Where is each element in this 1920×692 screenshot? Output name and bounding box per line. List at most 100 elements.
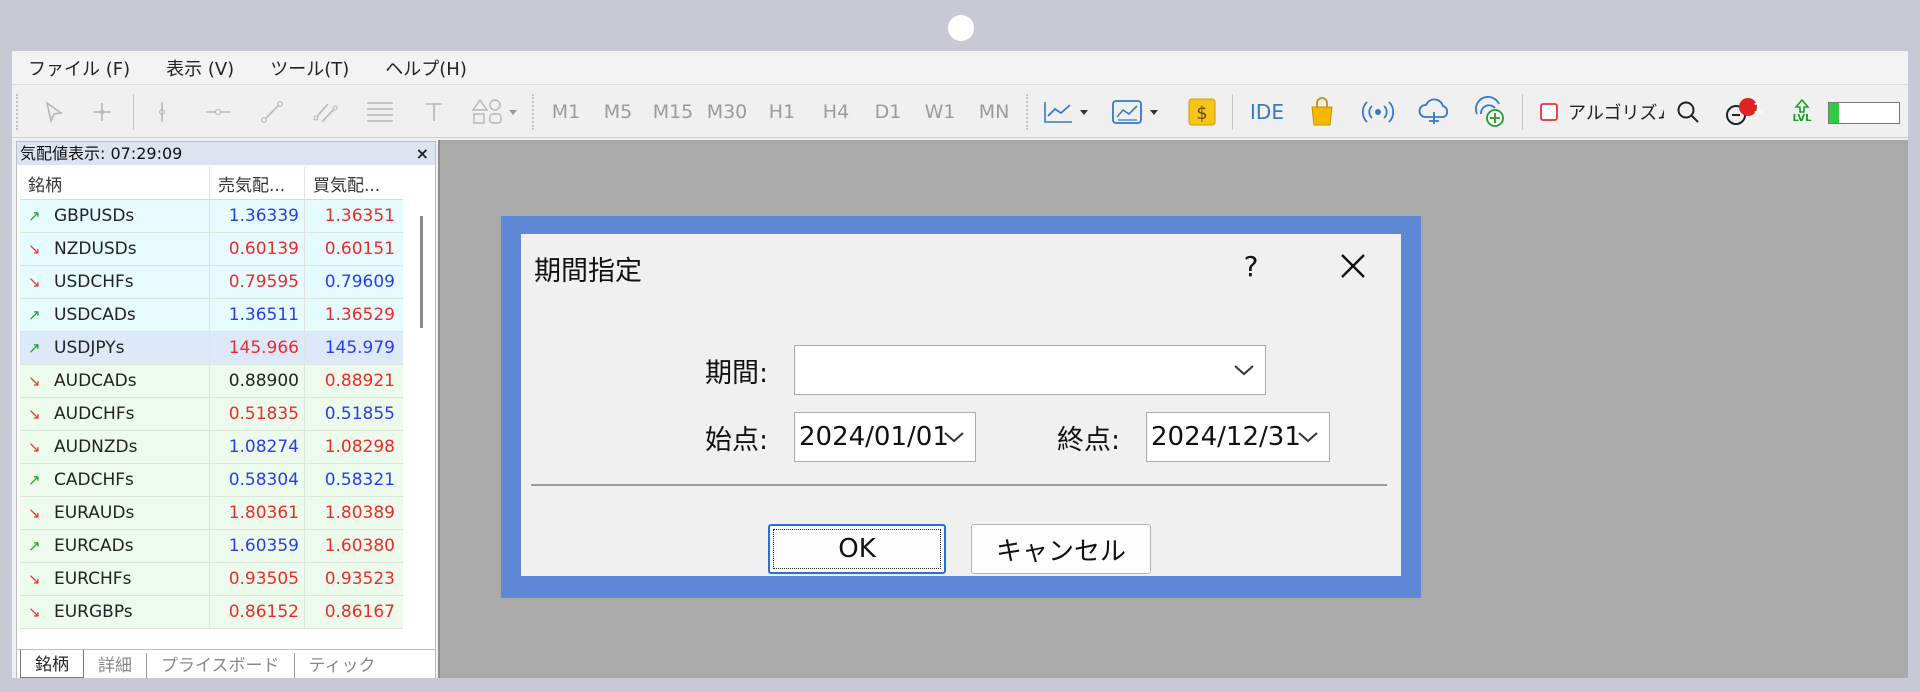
symbol-cell: ↗ USDCADs [20,299,210,331]
shopping-bag-icon[interactable] [1302,86,1342,138]
table-row[interactable]: ↗ USDJPYs 145.966 145.979 [20,332,403,365]
market-icon[interactable]: $ [1182,86,1222,138]
column-header-symbol[interactable]: 銘柄 [20,167,210,199]
arrow-down-icon: ↘ [28,504,41,522]
symbol-cell: ↘ EURAUDs [20,497,210,529]
bid-cell: 1.36339 [210,200,305,232]
cursor-icon[interactable] [34,86,74,138]
tab-symbols[interactable]: 銘柄 [20,650,84,678]
menu-help[interactable]: ヘルプ(H) [369,55,487,81]
algo-trading-checkbox[interactable] [1532,86,1566,138]
table-row[interactable]: ↗ EURCADs 1.60359 1.60380 [20,530,403,563]
vertical-line-icon[interactable] [142,86,182,138]
algo-trading-label[interactable]: アルゴリズム取 [1568,86,1664,138]
timeframe-m5[interactable]: M5 [596,86,640,138]
column-header-ask[interactable]: 買気配... [305,167,401,199]
crosshair-icon[interactable] [82,86,122,138]
table-row[interactable]: ↗ CADCHFs 0.58304 0.58321 [20,464,403,497]
table-row[interactable]: ↘ EURGBPs 0.86152 0.86167 [20,596,403,629]
level-progress-fill [1829,103,1839,123]
cancel-button[interactable]: キャンセル [971,524,1151,574]
fibonacci-icon[interactable] [360,86,400,138]
table-row[interactable]: ↘ EURAUDs 1.80361 1.80389 [20,497,403,530]
table-row[interactable]: ↘ USDCHFs 0.79595 0.79609 [20,266,403,299]
cancel-button-label: キャンセル [995,536,1126,567]
column-header-bid[interactable]: 売気配... [210,167,305,199]
shapes-icon[interactable] [468,86,524,138]
ask-cell: 1.08298 [324,437,395,457]
table-row[interactable]: ↘ AUDCADs 0.88900 0.88921 [20,365,403,398]
notifications-icon[interactable]: 1 [1718,86,1768,138]
dialog-help-button[interactable]: ? [1231,244,1271,288]
level-icon[interactable]: LVL [1782,86,1822,138]
timeframe-d1[interactable]: D1 [866,86,910,138]
ok-button[interactable]: OK [768,524,946,574]
symbol-cell: ↘ EURCHFs [20,563,210,595]
timeframe-mn[interactable]: MN [972,86,1016,138]
timeframe-m15[interactable]: M15 [648,86,698,138]
ask-cell: 145.979 [324,338,395,358]
cloud-icon[interactable] [1412,86,1456,138]
table-row[interactable]: ↘ NZDUSDs 0.60139 0.60151 [20,233,403,266]
table-row[interactable]: ↗ GBPUSDs 1.36339 1.36351 [20,200,403,233]
period-label: 期間: [705,358,769,389]
menu-file[interactable]: ファイル (F) [12,55,150,81]
signal-icon[interactable] [1356,86,1400,138]
search-icon[interactable] [1668,86,1708,138]
symbol-cell: ↘ EURGBPs [20,596,210,628]
start-date-picker[interactable]: 2024/01/01 [794,412,976,462]
market-watch-panel: 気配値表示: 07:29:09 × 銘柄 売気配... 買気配... ↗ GBPU… [16,141,436,678]
scrollbar-thumb[interactable] [420,216,423,328]
market-watch-rows: ↗ GBPUSDs 1.36339 1.36351 ↘ NZDUSDs 0.60139 0.6… [20,200,403,629]
trendline-icon[interactable] [252,86,292,138]
symbol-name: USDJPYs [54,338,125,358]
market-watch-scrollbar[interactable] [413,200,433,647]
vps-icon[interactable] [1468,86,1512,138]
timeframe-m1[interactable]: M1 [544,86,588,138]
toolbar-grip[interactable] [16,94,18,130]
bid-cell: 0.60139 [210,233,305,265]
timeframe-m30[interactable]: M30 [702,86,752,138]
ask-cell: 1.80389 [324,503,395,523]
symbol-name: EURGBPs [54,602,133,622]
chart-template-icon[interactable] [1108,86,1172,138]
period-select[interactable] [794,345,1266,395]
bid-cell: 0.93505 [210,563,305,595]
tab-ticks[interactable]: ティック [295,653,390,678]
timeframe-w1[interactable]: W1 [918,86,962,138]
symbol-name: USDCADs [54,305,136,325]
menu-view[interactable]: 表示 (V) [150,55,254,81]
table-row[interactable]: ↗ USDCADs 1.36511 1.36529 [20,299,403,332]
table-row[interactable]: ↘ AUDCHFs 0.51835 0.51855 [20,398,403,431]
symbol-name: AUDCADs [54,371,137,391]
ide-icon[interactable]: IDE [1242,86,1292,138]
horizontal-line-icon[interactable] [198,86,238,138]
bid-cell: 1.08274 [210,431,305,463]
menu-tools[interactable]: ツール(T) [254,55,369,81]
bid-cell: 0.86152 [210,596,305,628]
dialog-titlebar: 期間指定 ? [521,234,1401,301]
text-icon[interactable] [414,86,454,138]
symbol-cell: ↘ AUDNZDs [20,431,210,463]
symbol-name: EURCADs [54,536,134,556]
timeframe-h4[interactable]: H4 [814,86,858,138]
timeframe-h1[interactable]: H1 [760,86,804,138]
end-date-picker[interactable]: 2024/12/31 [1146,412,1330,462]
ask-cell: 0.93523 [324,569,395,589]
symbol-cell: ↘ NZDUSDs [20,233,210,265]
dialog-close-button[interactable] [1331,244,1375,288]
market-watch-header: 銘柄 売気配... 買気配... [20,167,403,200]
period-dialog: 期間指定 ? 期間: 始点: 2024/01/01 終点: 2024/12/31… [521,234,1401,576]
tab-priceboard[interactable]: プライスボード [147,653,295,678]
tab-details[interactable]: 詳細 [84,653,147,678]
table-row[interactable]: ↘ AUDNZDs 1.08274 1.08298 [20,431,403,464]
end-date-value: 2024/12/31 [1151,422,1301,452]
channel-icon[interactable] [306,86,346,138]
symbol-name: EURCHFs [54,569,132,589]
bid-cell: 0.79595 [210,266,305,298]
table-row[interactable]: ↘ EURCHFs 0.93505 0.93523 [20,563,403,596]
arrow-down-icon: ↘ [28,570,41,588]
indicators-icon[interactable] [1040,86,1100,138]
market-watch-close-button[interactable]: × [416,142,429,165]
symbol-name: NZDUSDs [54,239,137,259]
